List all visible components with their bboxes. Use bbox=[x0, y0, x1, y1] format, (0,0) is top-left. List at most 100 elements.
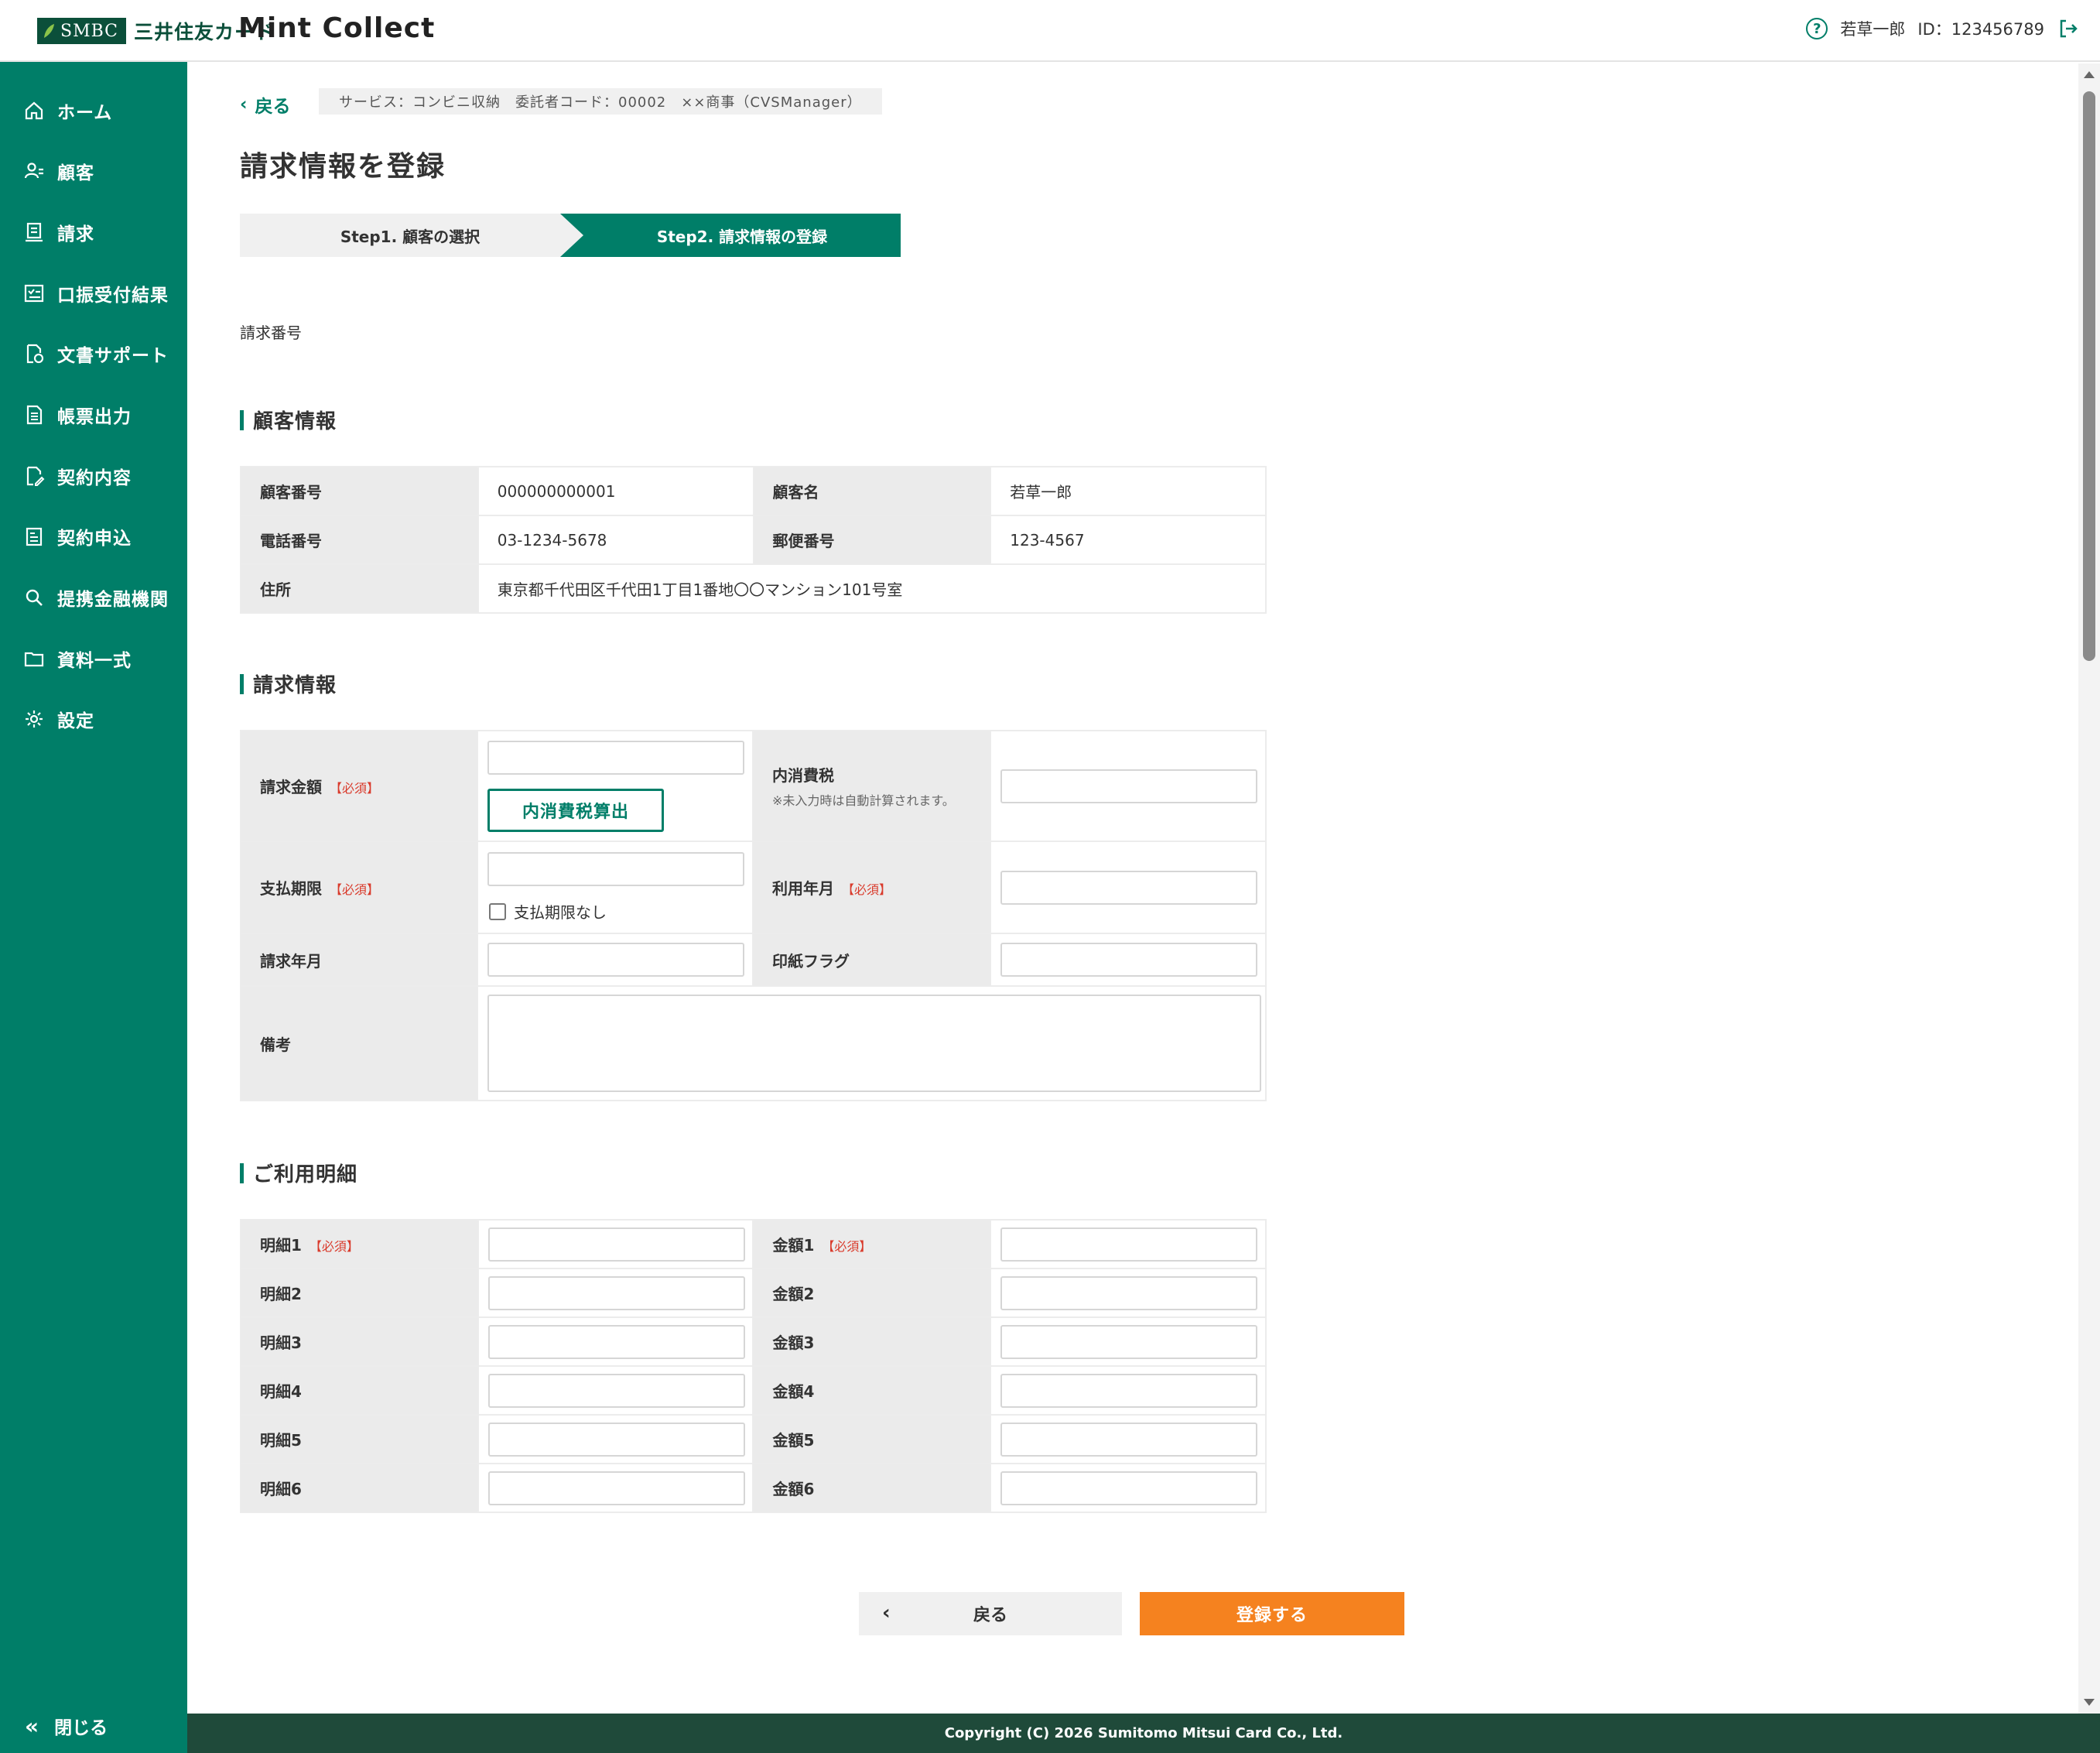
sidebar-item-report-output[interactable]: 帳票出力 bbox=[0, 392, 187, 438]
table-row: 住所 東京都千代田区千代田1丁目1番地〇〇マンション101号室 bbox=[240, 563, 1267, 614]
scroll-down-icon[interactable] bbox=[2084, 1699, 2095, 1706]
amount-label-cell: 請求金額 【必須】 bbox=[239, 730, 479, 842]
calc-tax-button[interactable]: 内消費税算出 bbox=[487, 788, 665, 832]
detail-cell bbox=[477, 1316, 754, 1367]
sidebar-item-home[interactable]: ホーム bbox=[0, 87, 187, 134]
detail-input-6[interactable] bbox=[487, 1471, 745, 1505]
vertical-scrollbar[interactable] bbox=[2078, 63, 2100, 1714]
application-icon bbox=[26, 527, 43, 546]
usage-month-cell bbox=[989, 841, 1267, 934]
required-mark: 【必須】 bbox=[822, 1239, 872, 1254]
help-icon[interactable]: ? bbox=[1806, 18, 1828, 39]
sidebar-item-label: 提携金融機関 bbox=[57, 590, 169, 610]
usage-month-label: 利用年月 bbox=[772, 879, 834, 898]
amount-label: 金額3 bbox=[752, 1316, 991, 1367]
zip-label: 郵便番号 bbox=[752, 515, 992, 565]
stamp-flag-input[interactable] bbox=[1000, 943, 1257, 977]
back-button[interactable]: ‹ 戻る bbox=[859, 1592, 1122, 1635]
stamp-flag-label: 印紙フラグ bbox=[752, 933, 991, 987]
table-row: 明細4 金額4 bbox=[240, 1365, 1267, 1416]
detail-input-2[interactable] bbox=[487, 1275, 745, 1310]
step-arrow-icon bbox=[560, 214, 583, 257]
usage-month-input[interactable] bbox=[1000, 870, 1257, 905]
sidebar-close-label: 閉じる bbox=[54, 1718, 108, 1738]
logout-icon[interactable] bbox=[2057, 17, 2080, 40]
scroll-up-icon[interactable] bbox=[2084, 71, 2095, 78]
customer-name-label: 顧客名 bbox=[752, 466, 992, 516]
detail-input-5[interactable] bbox=[487, 1422, 745, 1457]
amount-cell bbox=[990, 1316, 1267, 1367]
amount-cell bbox=[990, 1219, 1267, 1269]
detail-input-4[interactable] bbox=[487, 1373, 745, 1408]
sidebar-item-partner-banks[interactable]: 提携金融機関 bbox=[0, 574, 187, 621]
table-row: 電話番号 03-1234-5678 郵便番号 123-4567 bbox=[240, 515, 1267, 565]
sidebar-item-document-support[interactable]: 文書サポート bbox=[0, 330, 187, 377]
user-id: ID：123456789 bbox=[1917, 20, 2044, 39]
amount-input-6[interactable] bbox=[1000, 1471, 1257, 1505]
billing-section-title: 請求情報 bbox=[240, 669, 337, 698]
remarks-textarea[interactable] bbox=[487, 995, 1262, 1092]
amount-label: 金額5 bbox=[752, 1414, 991, 1464]
amount-label: 金額4 bbox=[752, 1365, 991, 1416]
tax-input[interactable] bbox=[1000, 769, 1257, 803]
step-indicator: Step1. 顧客の選択 Step2. 請求情報の登録 bbox=[240, 214, 901, 257]
amount-cell bbox=[990, 1365, 1267, 1416]
amount-label-cell: 金額1 【必須】 bbox=[752, 1219, 991, 1269]
detail-label: 明細5 bbox=[240, 1414, 479, 1464]
submit-button[interactable]: 登録する bbox=[1140, 1592, 1404, 1635]
detail-input-3[interactable] bbox=[487, 1324, 745, 1359]
breadcrumb-back-link[interactable]: ‹ 戻る bbox=[240, 91, 290, 118]
detail-cell bbox=[477, 1365, 754, 1416]
smbc-logo-box: SMBC bbox=[37, 18, 127, 44]
sidebar-item-documents[interactable]: 資料一式 bbox=[0, 635, 187, 682]
usage-month-label-cell: 利用年月 【必須】 bbox=[752, 841, 991, 934]
required-mark: 【必須】 bbox=[309, 1239, 359, 1254]
sidebar-item-label: 請求 bbox=[57, 224, 94, 245]
billing-month-cell bbox=[477, 933, 754, 987]
sidebar-item-contract-application[interactable]: 契約申込 bbox=[0, 513, 187, 560]
step-1: Step1. 顧客の選択 bbox=[240, 214, 580, 257]
amount-label: 請求金額 bbox=[260, 778, 322, 796]
due-label: 支払期限 bbox=[260, 879, 322, 898]
gear-icon bbox=[26, 710, 43, 728]
detail-label-cell: 明細1 【必須】 bbox=[240, 1219, 479, 1269]
sidebar-item-customers[interactable]: 顧客 bbox=[0, 148, 187, 194]
due-date-input[interactable] bbox=[487, 852, 745, 886]
amount-input-2[interactable] bbox=[1000, 1275, 1257, 1310]
customer-info-table: 顧客番号 000000000001 顧客名 若草一郎 電話番号 03-1234-… bbox=[240, 466, 1267, 614]
billing-month-input[interactable] bbox=[487, 943, 745, 977]
no-due-checkbox-row[interactable]: 支払期限なし bbox=[489, 900, 752, 923]
amount-input-4[interactable] bbox=[1000, 1373, 1257, 1408]
sidebar-item-settings[interactable]: 設定 bbox=[0, 696, 187, 742]
table-row: 明細5 金額5 bbox=[240, 1414, 1267, 1464]
amount-input[interactable] bbox=[487, 740, 745, 775]
detail-label: 明細4 bbox=[240, 1365, 479, 1416]
amount-input-1[interactable] bbox=[1000, 1227, 1257, 1262]
sidebar-item-transfer-results[interactable]: 口振受付結果 bbox=[0, 270, 187, 317]
amount-label: 金額2 bbox=[752, 1268, 991, 1318]
sidebar-item-contract-details[interactable]: 契約内容 bbox=[0, 453, 187, 499]
table-row: 備考 bbox=[239, 985, 1267, 1101]
due-label-cell: 支払期限 【必須】 bbox=[239, 841, 479, 934]
scroll-thumb[interactable] bbox=[2083, 91, 2095, 661]
page-title: 請求情報を登録 bbox=[240, 151, 446, 183]
detail-label: 明細2 bbox=[240, 1268, 479, 1318]
detail-input-1[interactable] bbox=[487, 1227, 745, 1262]
back-button-label: 戻る bbox=[973, 1606, 1007, 1625]
app-header: SMBC 三井住友カード Mint Collect ? 若草一郎 ID：1234… bbox=[0, 0, 2100, 62]
sidebar-item-billing[interactable]: 請求 bbox=[0, 209, 187, 255]
amount-input-3[interactable] bbox=[1000, 1324, 1257, 1359]
due-cell: 支払期限なし bbox=[477, 841, 754, 934]
sidebar: ホーム 顧客 請求 口振受付結果 文書サポート 帳票出力 契約内容 契約申込 提… bbox=[0, 62, 187, 1753]
table-row: 明細2 金額2 bbox=[240, 1268, 1267, 1318]
service-info-chip: サービス：コンビニ収納 委託者コード：00002 ××商事（CVSManager… bbox=[319, 88, 882, 115]
required-mark: 【必須】 bbox=[842, 882, 892, 897]
no-due-checkbox[interactable] bbox=[489, 902, 507, 920]
leaf-icon bbox=[44, 24, 54, 38]
sidebar-close-button[interactable]: « 閉じる bbox=[0, 1703, 187, 1749]
zip-value: 123-4567 bbox=[990, 515, 1267, 565]
user-name: 若草一郎 bbox=[1840, 20, 1906, 39]
table-row: 支払期限 【必須】 支払期限なし 利用年月 【必須】 bbox=[239, 841, 1267, 934]
request-number-label: 請求番号 bbox=[240, 324, 302, 342]
amount-input-5[interactable] bbox=[1000, 1422, 1257, 1457]
